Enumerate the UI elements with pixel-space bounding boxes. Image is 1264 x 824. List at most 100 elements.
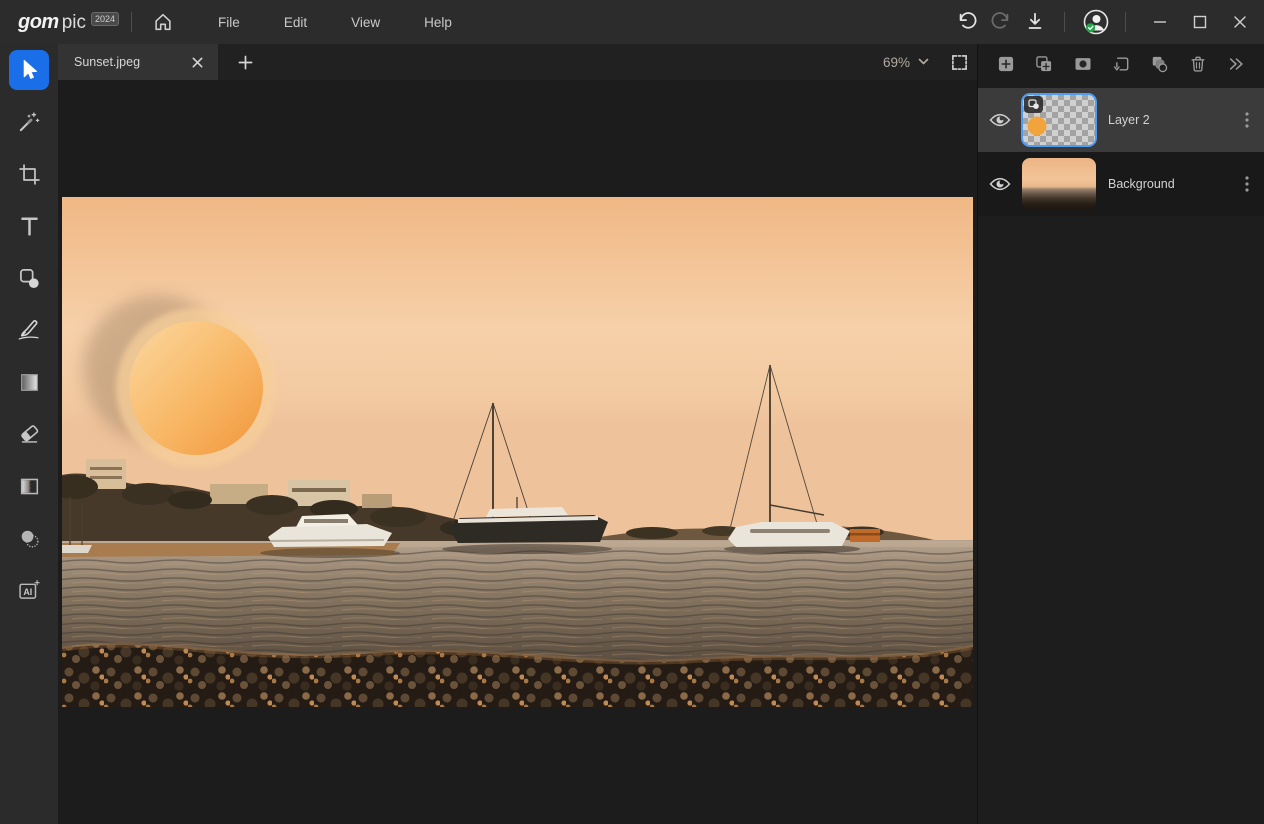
maximize-icon — [1190, 12, 1210, 32]
titlebar-right-group — [950, 0, 1264, 44]
merge-layers-icon — [1149, 54, 1169, 74]
title-bar: gom pic 2024 File Edit View Help — [0, 0, 1264, 44]
layer-name: Layer 2 — [1108, 113, 1230, 127]
duplicate-layer-icon — [1034, 54, 1054, 74]
split-square-icon — [17, 474, 42, 499]
gradient-tool-button[interactable] — [9, 362, 49, 402]
tab-title: Sunset.jpeg — [74, 55, 186, 69]
ai-text-tool-button[interactable]: AI — [9, 570, 49, 610]
maximize-button[interactable] — [1180, 0, 1220, 44]
zoom-value: 69% — [883, 55, 910, 70]
delete-layer-button[interactable] — [1184, 50, 1212, 78]
blend-circles-icon — [17, 526, 42, 551]
gradient-icon — [17, 370, 42, 395]
split-adjust-tool-button[interactable] — [9, 466, 49, 506]
download-button[interactable] — [1018, 5, 1052, 39]
tab-close-button[interactable] — [186, 51, 208, 73]
layer-name: Background — [1108, 177, 1230, 191]
sunset-photo — [62, 197, 973, 707]
text-tool-button[interactable] — [9, 206, 49, 246]
new-tab-icon — [238, 55, 253, 70]
redo-button[interactable] — [984, 5, 1018, 39]
eye-icon — [989, 176, 1011, 192]
brush-icon — [16, 317, 42, 343]
ai-text-icon: AI — [16, 577, 42, 603]
undo-icon — [956, 11, 978, 33]
kebab-menu-icon — [1245, 176, 1249, 192]
shape-icon — [17, 266, 42, 291]
trash-icon — [1188, 54, 1208, 74]
eraser-tool-button[interactable] — [9, 414, 49, 454]
shape-badge-icon — [1028, 99, 1040, 110]
layer-mask-icon — [1073, 54, 1093, 74]
layers-list: Layer 2 Background — [978, 88, 1264, 216]
layer-mask-button[interactable] — [1069, 50, 1097, 78]
home-button[interactable] — [146, 5, 180, 39]
magic-wand-tool-button[interactable] — [9, 102, 49, 142]
minimize-icon — [1150, 12, 1170, 32]
layers-panel: Layer 2 Background — [977, 44, 1264, 824]
add-layer-button[interactable] — [992, 50, 1020, 78]
magic-wand-icon — [16, 109, 42, 135]
minimize-button[interactable] — [1140, 0, 1180, 44]
fit-screen-button[interactable] — [945, 48, 973, 76]
transform-layer-button[interactable] — [1107, 50, 1135, 78]
divider — [1125, 12, 1126, 32]
shape-tool-button[interactable] — [9, 258, 49, 298]
crop-icon — [17, 162, 42, 187]
layer-row-background[interactable]: Background — [978, 152, 1264, 216]
redo-icon — [990, 11, 1012, 33]
select-tool-button[interactable] — [9, 50, 49, 90]
layer-visibility-toggle[interactable] — [978, 112, 1022, 128]
canvas-workspace[interactable] — [58, 80, 977, 824]
duplicate-layer-button[interactable] — [1030, 50, 1058, 78]
layer-options-button[interactable] — [1230, 112, 1264, 128]
menu-file[interactable]: File — [202, 7, 256, 38]
menu-edit[interactable]: Edit — [268, 7, 323, 38]
divider — [1064, 12, 1065, 32]
image-canvas[interactable] — [62, 197, 973, 707]
fit-screen-icon — [951, 54, 968, 71]
layer-visibility-toggle[interactable] — [978, 176, 1022, 192]
home-icon — [152, 11, 174, 33]
undo-button[interactable] — [950, 5, 984, 39]
close-icon — [1230, 12, 1250, 32]
merge-layers-button[interactable] — [1145, 50, 1173, 78]
profile-button[interactable] — [1079, 5, 1113, 39]
menu-help[interactable]: Help — [408, 7, 468, 38]
close-button[interactable] — [1220, 0, 1260, 44]
logo-text-light: pic — [62, 12, 86, 34]
tab-bar: Sunset.jpeg 69% — [58, 44, 977, 80]
layer-options-button[interactable] — [1230, 176, 1264, 192]
shape-layer-badge — [1024, 96, 1043, 113]
profile-avatar-icon — [1082, 8, 1110, 36]
collapse-panel-button[interactable] — [1222, 50, 1250, 78]
chevron-down-icon — [918, 58, 929, 66]
tab-sunset-jpeg[interactable]: Sunset.jpeg — [58, 44, 218, 80]
double-chevron-right-icon — [1227, 56, 1245, 72]
svg-text:AI: AI — [23, 587, 32, 597]
zoom-control[interactable]: 69% — [883, 55, 929, 70]
kebab-menu-icon — [1245, 112, 1249, 128]
menu-bar: File Edit View Help — [202, 7, 480, 38]
new-tab-button[interactable] — [230, 47, 260, 77]
logo-year-badge: 2024 — [91, 12, 119, 26]
layer-thumbnail[interactable] — [1022, 158, 1096, 210]
download-icon — [1024, 11, 1046, 33]
layers-toolbar — [978, 44, 1264, 84]
add-layer-icon — [996, 54, 1016, 74]
text-icon — [17, 214, 42, 239]
color-blend-tool-button[interactable] — [9, 518, 49, 558]
brush-tool-button[interactable] — [9, 310, 49, 350]
tool-sidebar: AI — [0, 44, 58, 824]
eraser-icon — [17, 422, 42, 447]
crop-tool-button[interactable] — [9, 154, 49, 194]
layer-row-layer-2[interactable]: Layer 2 — [978, 88, 1264, 152]
eye-icon — [989, 112, 1011, 128]
layer-thumbnail[interactable] — [1022, 94, 1096, 146]
divider — [131, 12, 132, 32]
app-logo: gom pic 2024 — [18, 11, 119, 34]
cursor-arrow-icon — [16, 57, 42, 83]
transform-layer-icon — [1111, 54, 1131, 74]
menu-view[interactable]: View — [335, 7, 396, 38]
